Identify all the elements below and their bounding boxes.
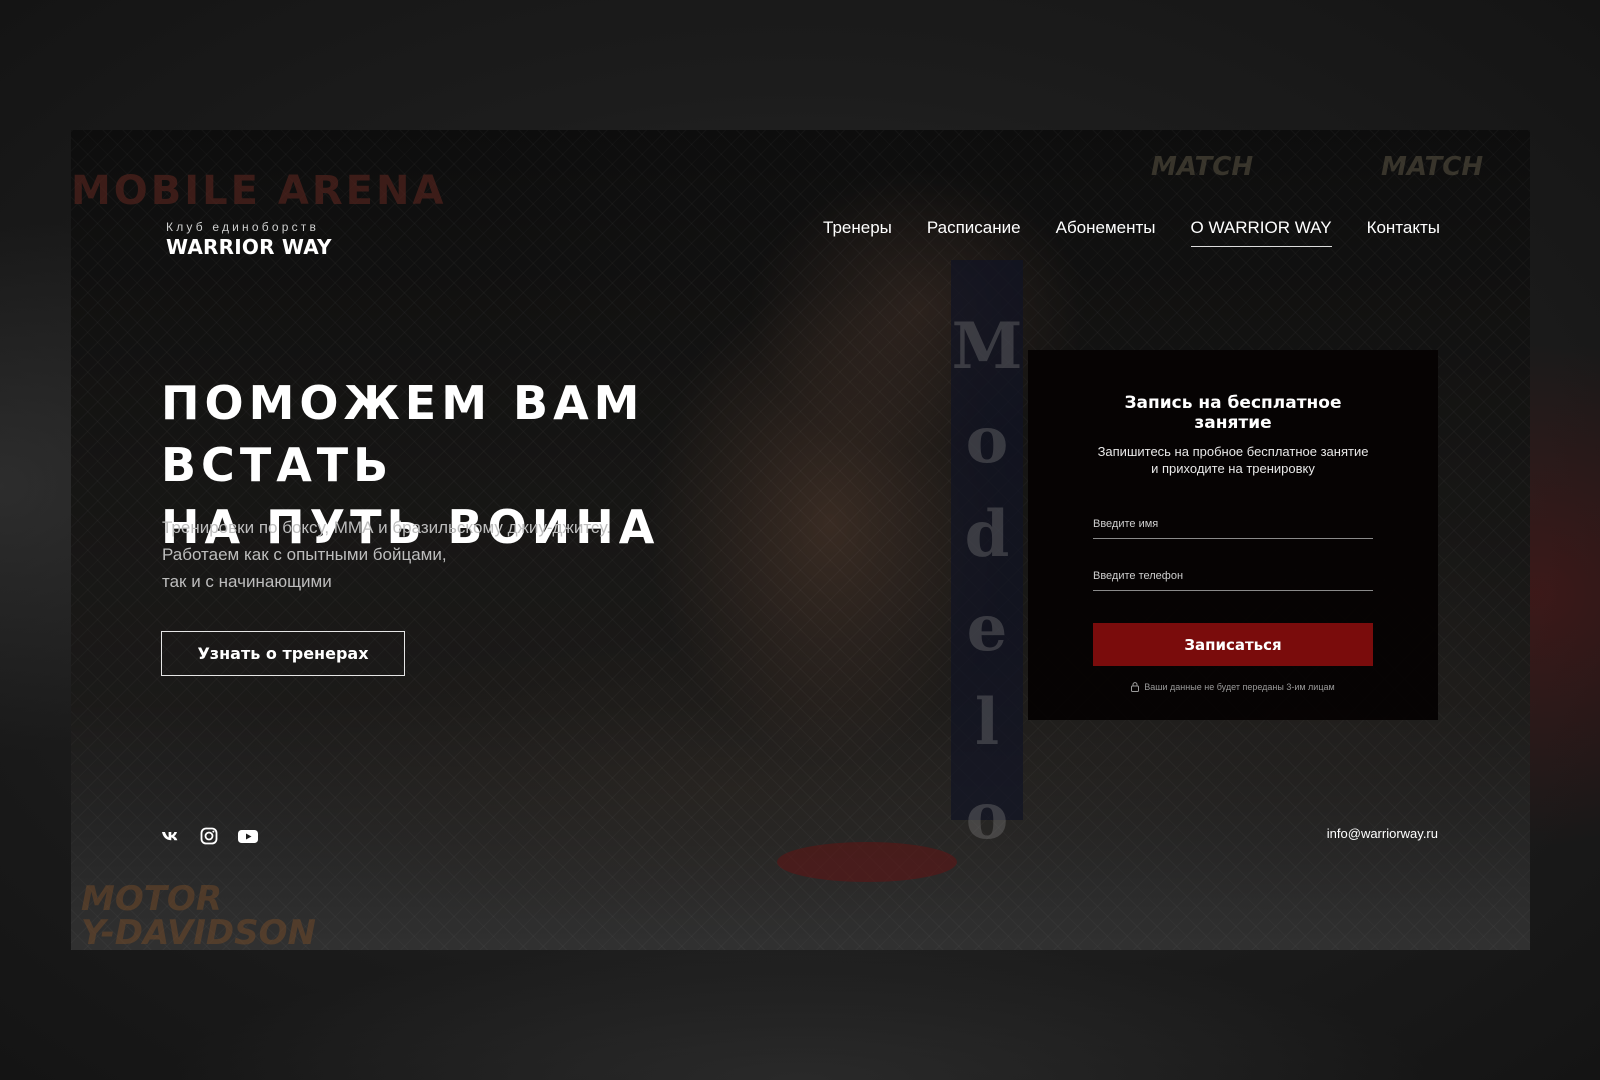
hero-description-line: Работаем как с опытными бойцами,	[162, 545, 447, 564]
logo-subtitle: Клуб единоборств	[166, 220, 320, 234]
logo[interactable]: Клуб единоборств WARRIOR WAY	[166, 220, 332, 259]
contact-email[interactable]: info@warriorway.ru	[1327, 826, 1438, 841]
hero-description: Тренировки по боксу, ММА и бразильскому …	[162, 514, 682, 595]
nav-item-about[interactable]: О WARRIOR WAY	[1190, 218, 1332, 247]
nav-item-memberships[interactable]: Абонементы	[1056, 218, 1156, 247]
hero-title-line: Поможем вам встать	[161, 376, 645, 492]
phone-field[interactable]	[1093, 561, 1373, 591]
nav-item-schedule[interactable]: Расписание	[927, 218, 1021, 247]
privacy-text: Ваши данные не будет переданы 3-им лицам	[1144, 682, 1335, 692]
signup-form: Запись на бесплатное занятие Запишитесь …	[1028, 350, 1438, 720]
youtube-icon[interactable]	[237, 826, 258, 846]
vk-icon[interactable]	[161, 826, 181, 846]
form-subtitle: Запишитесь на пробное бесплатное занятие…	[1097, 444, 1369, 476]
nav-item-trainers[interactable]: Тренеры	[823, 218, 892, 247]
main-nav: Тренеры Расписание Абонементы О WARRIOR …	[823, 218, 1440, 247]
social-links	[161, 826, 258, 846]
submit-button[interactable]: Записаться	[1093, 623, 1373, 666]
nav-item-contacts[interactable]: Контакты	[1367, 218, 1440, 247]
hero-description-line: так и с начинающими	[162, 572, 332, 591]
hero-description-line: Тренировки по боксу, ММА и бразильскому …	[162, 518, 611, 537]
landing-page-frame: MOBILE ARENA MATCH MATCH Modelo MOTOR Y-…	[71, 130, 1530, 950]
name-field[interactable]	[1093, 509, 1373, 539]
lock-icon	[1131, 682, 1140, 692]
logo-title: WARRIOR WAY	[166, 235, 332, 259]
privacy-note: Ваши данные не будет переданы 3-им лицам	[1093, 682, 1373, 692]
form-title: Запись на бесплатное занятие	[1124, 393, 1342, 433]
trainers-button[interactable]: Узнать о тренерах	[161, 631, 405, 676]
instagram-icon[interactable]	[199, 826, 219, 846]
